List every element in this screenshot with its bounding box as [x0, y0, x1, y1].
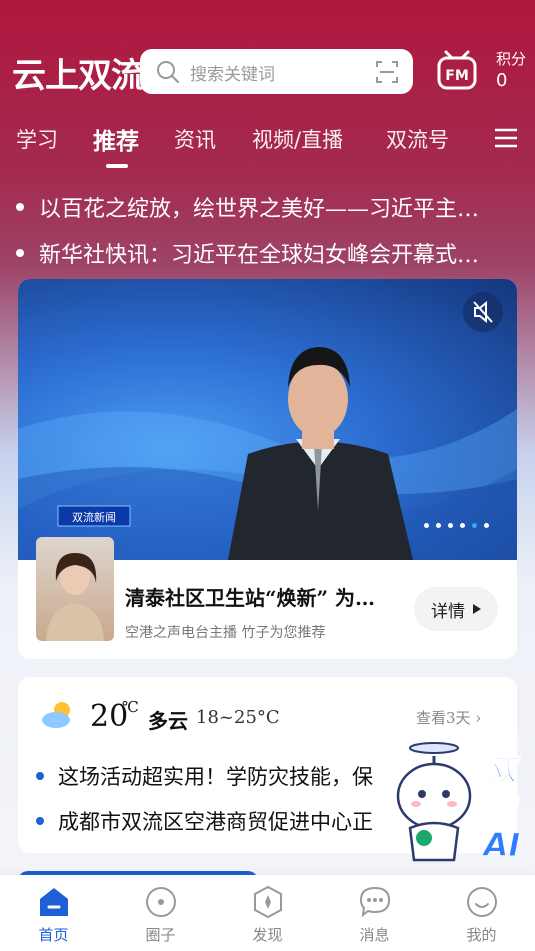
carousel-dot-active[interactable] — [472, 523, 477, 528]
nav-messages[interactable]: 消息 — [321, 875, 428, 951]
nav-label: 发现 — [252, 926, 283, 944]
search-bar[interactable]: 搜索关键词 — [140, 49, 413, 94]
category-tabs: 学习 推荐 资讯 视频/直播 双流号 — [0, 122, 535, 162]
mute-icon[interactable] — [463, 292, 503, 332]
carousel-dot[interactable] — [484, 523, 489, 528]
temperature-unit: ℃ — [122, 698, 139, 716]
tab-study[interactable]: 学习 — [16, 124, 58, 154]
news-text: 成都市双流区空港商贸促进中心正 — [58, 810, 373, 834]
headline-text: 新华社快讯：习近平在全球妇女峰会开幕式… — [39, 243, 480, 268]
weather-condition: 多云 — [148, 709, 188, 733]
cloudy-weather-icon — [42, 702, 70, 728]
search-icon — [157, 61, 179, 83]
tab-recommend[interactable]: 推荐 — [93, 122, 139, 156]
carousel-dot[interactable] — [436, 523, 441, 528]
bottom-navigation: 首页 圈子 发现 消息 我的 — [0, 875, 535, 951]
nav-home[interactable]: 首页 — [0, 875, 107, 951]
ai-assistant-mascot[interactable]: 双 融 AI — [392, 740, 532, 870]
points-value: 0 — [496, 70, 508, 91]
forecast-link[interactable]: 查看3天 › — [416, 707, 481, 728]
nav-discover[interactable]: 发现 — [214, 875, 321, 951]
video-player[interactable]: 双流新闻 — [18, 279, 517, 560]
svg-text:双: 双 — [487, 753, 521, 788]
svg-text:AI: AI — [481, 826, 521, 864]
carousel-indicator — [424, 523, 489, 528]
headline-item[interactable]: 以百花之绽放，绘世界之美好——习近平主… — [16, 191, 521, 223]
tab-news[interactable]: 资讯 — [174, 124, 216, 154]
bullet-icon — [36, 817, 44, 825]
radio-fm-icon[interactable]: FM — [436, 50, 478, 92]
svg-text:FM: FM — [445, 68, 469, 84]
story-subtitle: 空港之声电台主播 竹子为您推荐 — [125, 625, 326, 641]
news-list-item[interactable]: 这场活动超实用！学防灾技能，保 — [36, 761, 416, 791]
active-tab-indicator — [106, 164, 128, 168]
temperature-range: 18~25°C — [196, 707, 280, 728]
tab-video-live[interactable]: 视频/直播 — [252, 124, 343, 154]
home-icon — [39, 888, 68, 916]
headline-text: 以百花之绽放，绘世界之美好——习近平主… — [39, 197, 480, 222]
carousel-dot[interactable] — [460, 523, 465, 528]
video-caption: 双流新闻 — [72, 510, 116, 524]
message-icon — [359, 886, 390, 918]
menu-icon[interactable] — [494, 127, 518, 149]
news-text: 这场活动超实用！学防灾技能，保 — [58, 765, 373, 789]
news-list-item[interactable]: 成都市双流区空港商贸促进中心正 — [36, 806, 416, 836]
nav-label: 首页 — [38, 926, 69, 944]
app-header: 云上双流 搜索关键词 FM 积分 0 学习 推荐 资讯 视频/直播 双流号 — [0, 0, 535, 185]
carousel-dot[interactable] — [448, 523, 453, 528]
nav-label: 消息 — [359, 926, 390, 944]
circle-icon — [145, 887, 176, 917]
carousel-dot[interactable] — [424, 523, 429, 528]
points-label: 积分 — [496, 50, 527, 68]
nav-profile[interactable]: 我的 — [428, 875, 535, 951]
bullet-icon — [16, 203, 24, 211]
compass-icon — [253, 885, 282, 919]
bullet-icon — [36, 772, 44, 780]
svg-text:融: 融 — [487, 789, 521, 824]
points-widget[interactable]: 积分 0 — [496, 48, 526, 92]
profile-icon — [466, 887, 497, 917]
nav-label: 我的 — [466, 926, 497, 944]
play-triangle-icon — [473, 604, 481, 614]
story-title[interactable]: 清泰社区卫生站“焕新” 为… — [125, 582, 415, 611]
app-logo: 云上双流 — [12, 56, 145, 96]
bullet-icon — [16, 249, 24, 257]
tab-shuangliu-hao[interactable]: 双流号 — [386, 124, 449, 154]
headline-item[interactable]: 新华社快讯：习近平在全球妇女峰会开幕式… — [16, 237, 521, 269]
news-anchor-image: 双流新闻 — [18, 347, 517, 560]
detail-button[interactable]: 详情 — [414, 587, 498, 631]
detail-label: 详情 — [431, 601, 465, 622]
host-avatar-thumbnail[interactable] — [36, 537, 114, 641]
search-placeholder: 搜索关键词 — [190, 65, 275, 85]
scan-icon[interactable] — [375, 60, 399, 84]
nav-label: 圈子 — [145, 926, 176, 944]
featured-card[interactable]: 双流新闻 清泰社区卫生站“焕新” 为… 空港之声电台主播 竹子为您推荐 详情 — [18, 279, 517, 659]
nav-circle[interactable]: 圈子 — [107, 875, 214, 951]
